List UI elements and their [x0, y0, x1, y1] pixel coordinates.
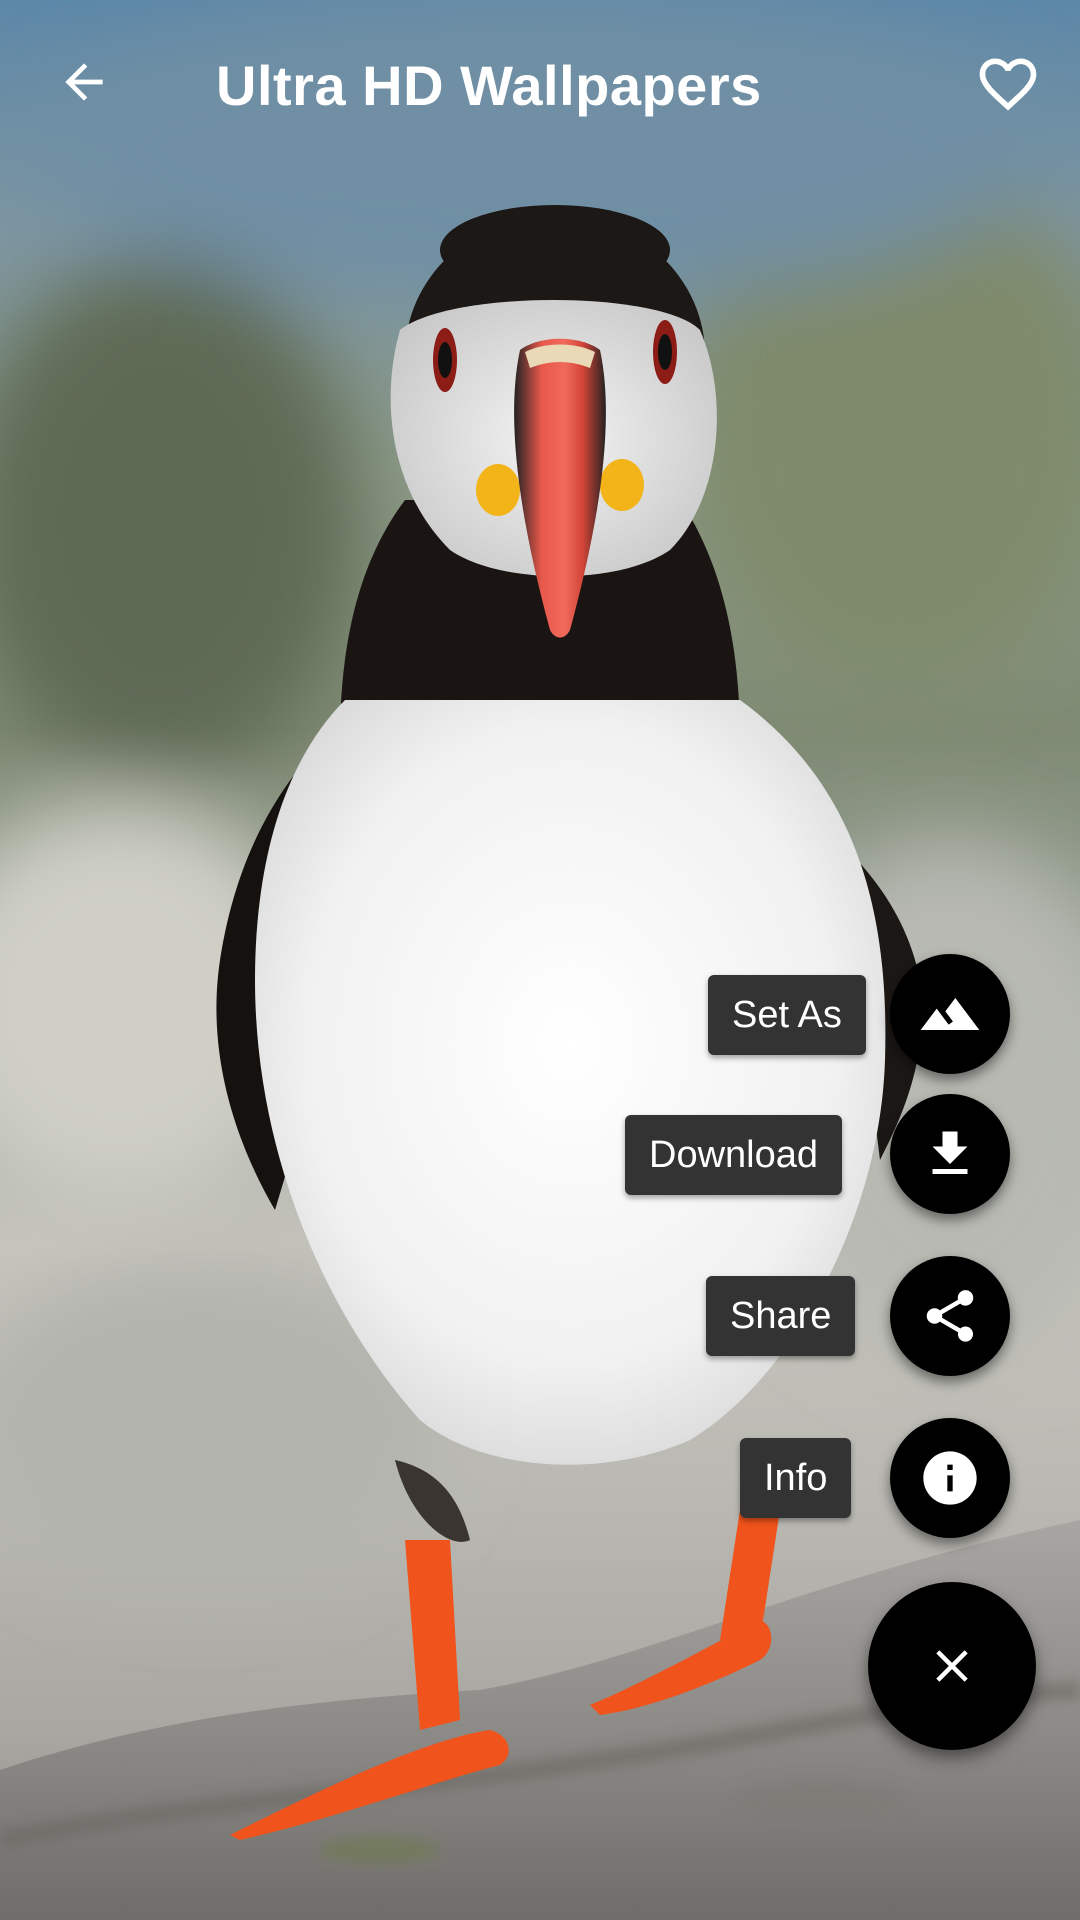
info-label[interactable]: Info: [740, 1438, 852, 1518]
set-as-button[interactable]: [890, 954, 1010, 1074]
back-button[interactable]: [48, 46, 120, 118]
download-icon: [932, 1131, 968, 1174]
share-icon: [926, 1290, 974, 1342]
close-icon: [936, 1650, 968, 1682]
download-label[interactable]: Download: [625, 1115, 842, 1195]
heart-outline-icon: [979, 58, 1037, 111]
top-app-bar: Ultra HD Wallpapers: [0, 0, 1080, 170]
favorite-button[interactable]: [970, 46, 1046, 122]
share-button[interactable]: [890, 1256, 1010, 1376]
info-button[interactable]: [890, 1418, 1010, 1538]
set-as-label[interactable]: Set As: [708, 975, 866, 1055]
page-title: Ultra HD Wallpapers: [216, 54, 762, 117]
landscape-icon: [920, 998, 980, 1030]
close-menu-button[interactable]: [868, 1582, 1036, 1750]
info-icon: [923, 1451, 977, 1505]
download-button[interactable]: [890, 1094, 1010, 1214]
wallpaper-screen: Ultra HD Wallpapers Set As Download Shar…: [0, 0, 1080, 1920]
arrow-left-icon: [65, 63, 103, 101]
share-label[interactable]: Share: [706, 1276, 856, 1356]
